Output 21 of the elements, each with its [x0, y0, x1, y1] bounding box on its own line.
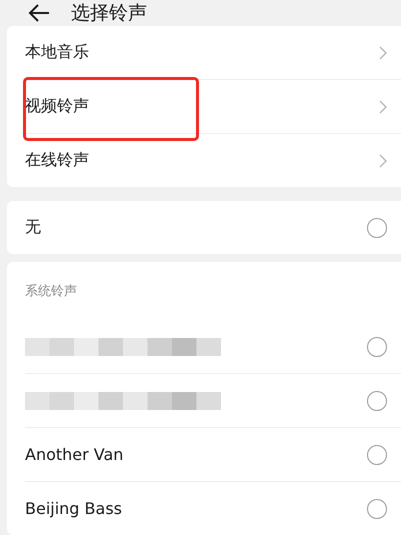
source-label: 在线铃声: [25, 150, 89, 171]
chevron-icon: [379, 100, 387, 114]
ringtone-source-item[interactable]: 本地音乐: [25, 26, 401, 80]
radio-button[interactable]: [367, 336, 387, 356]
ringtone-item[interactable]: Beijing Bass: [25, 482, 401, 535]
ringtone-source-item[interactable]: 在线铃声: [25, 134, 401, 187]
chevron-icon: [379, 46, 387, 60]
ringtone-name: Another Van: [25, 445, 124, 464]
source-label: 视频铃声: [25, 96, 89, 117]
section-heading: 系统铃声: [25, 283, 78, 301]
option-label: 无: [25, 217, 41, 238]
radio-button[interactable]: [367, 390, 387, 410]
page-title: 选择铃声: [71, 1, 147, 26]
ringtone-source-item[interactable]: 视频铃声: [25, 80, 401, 134]
source-label: 本地音乐: [25, 42, 89, 63]
chevron-icon: [379, 154, 387, 168]
radio-button[interactable]: [367, 444, 387, 464]
ringtone-name: Beijing Bass: [25, 499, 122, 518]
radio-button[interactable]: [367, 218, 387, 238]
radio-button[interactable]: [367, 498, 387, 518]
ringtone-item[interactable]: Another Van: [25, 428, 401, 482]
